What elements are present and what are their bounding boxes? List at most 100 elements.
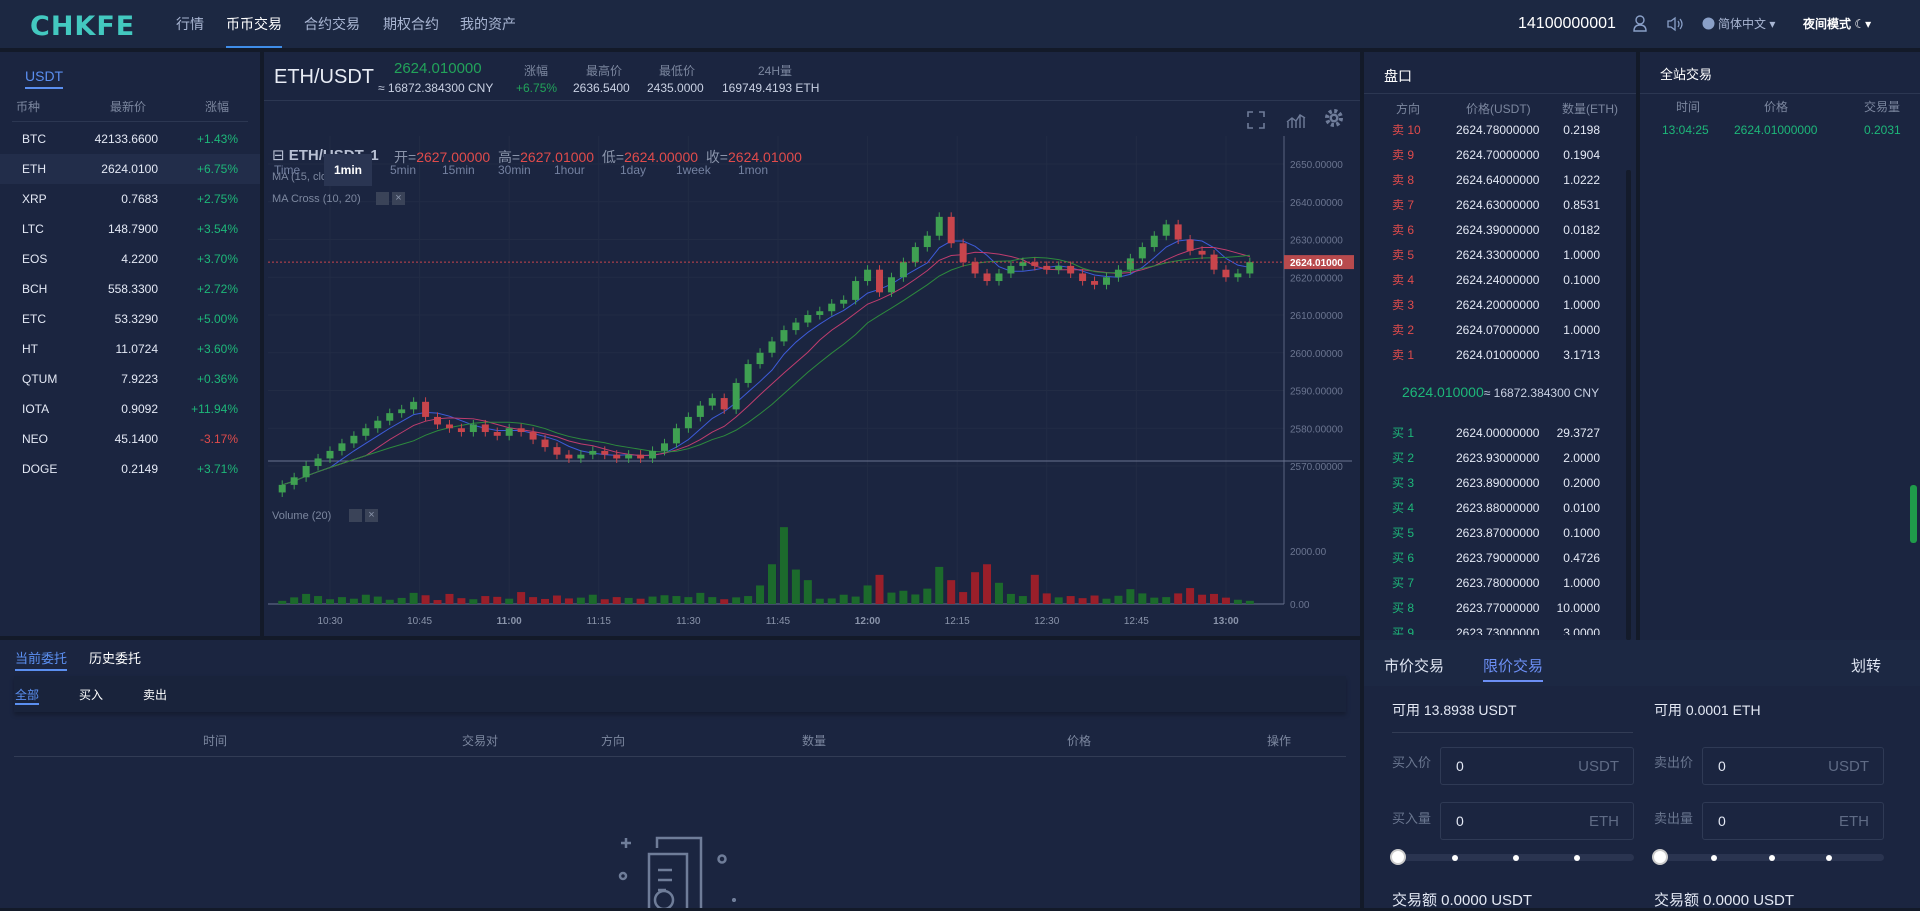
- bid-row[interactable]: 买 7 2623.78000000 1.0000: [1364, 571, 1636, 596]
- slider-step-50[interactable]: [1513, 854, 1519, 861]
- volume-bar: [851, 596, 860, 604]
- ma-cross-settings-icon[interactable]: [376, 192, 389, 205]
- bid-row[interactable]: 买 8 2623.77000000 10.0000: [1364, 596, 1636, 621]
- interval-time[interactable]: Time: [264, 154, 310, 186]
- market-row-ltc[interactable]: LTC 148.7900 +3.54%: [0, 214, 260, 244]
- slider-step-50[interactable]: [1769, 854, 1775, 861]
- nav-spot-trading[interactable]: 币币交易: [226, 0, 282, 48]
- bid-row[interactable]: 买 6 2623.79000000 0.4726: [1364, 546, 1636, 571]
- filter-all[interactable]: 全部: [15, 686, 40, 705]
- tab-limit-order[interactable]: 限价交易: [1483, 655, 1544, 682]
- interval-1day[interactable]: 1day: [610, 154, 656, 186]
- price-tick-label: 2570.00000: [1290, 462, 1343, 473]
- volume-close-icon[interactable]: ×: [365, 509, 378, 522]
- candle: [398, 404, 406, 418]
- tab-usdt[interactable]: USDT: [25, 68, 64, 89]
- settings-gear-icon[interactable]: [1324, 108, 1344, 131]
- price-tick-label: 2600.00000: [1290, 349, 1343, 360]
- time-tick-label: 10:30: [317, 616, 342, 627]
- candle: [1162, 219, 1170, 241]
- ask-row[interactable]: 卖 7 2624.63000000 0.8531: [1364, 193, 1636, 218]
- candlestick-chart[interactable]: 2650.00000 2640.00000 2630.00000 2620.00000…: [264, 136, 1360, 636]
- ask-row[interactable]: 卖 6 2624.39000000 0.0182: [1364, 218, 1636, 243]
- market-price: 558.3300: [107, 282, 158, 296]
- interval-1hour[interactable]: 1hour: [544, 154, 595, 186]
- ask-row[interactable]: 卖 9 2624.70000000 0.1904: [1364, 143, 1636, 168]
- volume-bar: [1138, 593, 1147, 604]
- market-row-eos[interactable]: EOS 4.2200 +3.70%: [0, 244, 260, 274]
- slider-handle[interactable]: [1652, 849, 1668, 865]
- sell-qty-label: 卖出量: [1654, 811, 1694, 826]
- market-row-xrp[interactable]: XRP 0.7683 +2.75%: [0, 184, 260, 214]
- bid-row[interactable]: 买 1 2624.00000000 29.3727: [1364, 421, 1636, 446]
- slider-step-75[interactable]: [1574, 854, 1580, 861]
- ask-row[interactable]: 卖 8 2624.64000000 1.0222: [1364, 168, 1636, 193]
- nav-assets[interactable]: 我的资产: [460, 0, 516, 48]
- filter-buy[interactable]: 买入: [79, 686, 103, 703]
- market-row-bch[interactable]: BCH 558.3300 +2.72%: [0, 274, 260, 304]
- tab-order-history[interactable]: 历史委托: [89, 648, 141, 667]
- nav-options[interactable]: 期权合约: [383, 0, 439, 48]
- language-select[interactable]: 简体中文 ▾: [1718, 0, 1775, 48]
- market-row-doge[interactable]: DOGE 0.2149 +3.71%: [0, 454, 260, 484]
- market-row-ht[interactable]: HT 11.0724 +3.60%: [0, 334, 260, 364]
- slider-step-25[interactable]: [1452, 854, 1458, 861]
- market-row-eth[interactable]: ETH 2624.0100 +6.75%: [0, 154, 260, 184]
- indicators-icon[interactable]: [1285, 110, 1307, 133]
- buy-price-input[interactable]: 0 USDT: [1440, 747, 1634, 785]
- order-side: 买 8: [1392, 601, 1415, 615]
- volume-settings-icon[interactable]: [349, 509, 362, 522]
- market-row-btc[interactable]: BTC 42133.6600 +1.43%: [0, 124, 260, 154]
- market-row-qtum[interactable]: QTUM 7.9223 +0.36%: [0, 364, 260, 394]
- slider-step-25[interactable]: [1711, 854, 1717, 861]
- ask-row[interactable]: 卖 10 2624.78000000 0.2198: [1364, 118, 1636, 143]
- interval-30min[interactable]: 30min: [488, 154, 541, 186]
- nav-contract[interactable]: 合约交易: [304, 0, 360, 48]
- tab-current-orders[interactable]: 当前委托: [15, 648, 68, 671]
- brand-logo[interactable]: CHKFE: [30, 11, 135, 42]
- volume-bar: [875, 574, 884, 604]
- filter-sell[interactable]: 卖出: [143, 686, 167, 703]
- ask-row[interactable]: 卖 5 2624.33000000 1.0000: [1364, 243, 1636, 268]
- tab-market-order[interactable]: 市价交易: [1384, 655, 1444, 676]
- interval-1mon[interactable]: 1mon: [728, 154, 778, 186]
- ask-row[interactable]: 卖 1 2624.01000000 3.1713: [1364, 343, 1636, 368]
- market-row-etc[interactable]: ETC 53.3290 +5.00%: [0, 304, 260, 334]
- transfer-button[interactable]: 划转: [1851, 655, 1881, 676]
- bid-row[interactable]: 买 2 2623.93000000 2.0000: [1364, 446, 1636, 471]
- slider-handle[interactable]: [1390, 849, 1406, 865]
- order-side: 卖 8: [1392, 173, 1415, 187]
- interval-1week[interactable]: 1week: [666, 154, 721, 186]
- volume-bar: [409, 592, 418, 604]
- bid-row[interactable]: 买 9 2623.73000000 3.0000: [1364, 621, 1636, 635]
- sell-amount-slider[interactable]: [1652, 849, 1884, 865]
- interval-5min[interactable]: 5min: [380, 154, 426, 186]
- interval-1min[interactable]: 1min: [324, 154, 373, 186]
- buy-qty-input[interactable]: 0 ETH: [1440, 802, 1634, 840]
- fullscreen-icon[interactable]: [1246, 110, 1266, 133]
- theme-toggle[interactable]: 夜间模式 ☾▾: [1803, 0, 1871, 48]
- candle: [684, 412, 692, 433]
- page-scrollbar[interactable]: [1910, 485, 1917, 543]
- top-header: CHKFE 行情 币币交易 合约交易 期权合约 我的资产 14100000001…: [0, 0, 1920, 48]
- ask-row[interactable]: 卖 2 2624.07000000 1.0000: [1364, 318, 1636, 343]
- ma-cross-close-icon[interactable]: ×: [392, 192, 405, 205]
- nav-market[interactable]: 行情: [176, 0, 204, 48]
- bid-row[interactable]: 买 4 2623.88000000 0.0100: [1364, 496, 1636, 521]
- market-row-iota[interactable]: IOTA 0.9092 +11.94%: [0, 394, 260, 424]
- ask-row[interactable]: 卖 3 2624.20000000 1.0000: [1364, 293, 1636, 318]
- sell-qty-input[interactable]: 0 ETH: [1702, 802, 1884, 840]
- ask-row[interactable]: 卖 4 2624.24000000 0.1000: [1364, 268, 1636, 293]
- slider-step-75[interactable]: [1826, 854, 1832, 861]
- order-price: 2623.89000000: [1456, 476, 1540, 490]
- interval-15min[interactable]: 15min: [432, 154, 485, 186]
- bid-row[interactable]: 买 3 2623.89000000 0.2000: [1364, 471, 1636, 496]
- user-icon[interactable]: [1632, 14, 1648, 35]
- sound-icon[interactable]: [1666, 16, 1684, 35]
- sell-price-input[interactable]: 0 USDT: [1702, 747, 1884, 785]
- market-symbol: NEO: [22, 432, 49, 446]
- account-number[interactable]: 14100000001: [1518, 0, 1616, 48]
- market-row-neo[interactable]: NEO 45.1400 -3.17%: [0, 424, 260, 454]
- buy-amount-slider[interactable]: [1390, 849, 1634, 865]
- bid-row[interactable]: 买 5 2623.87000000 0.1000: [1364, 521, 1636, 546]
